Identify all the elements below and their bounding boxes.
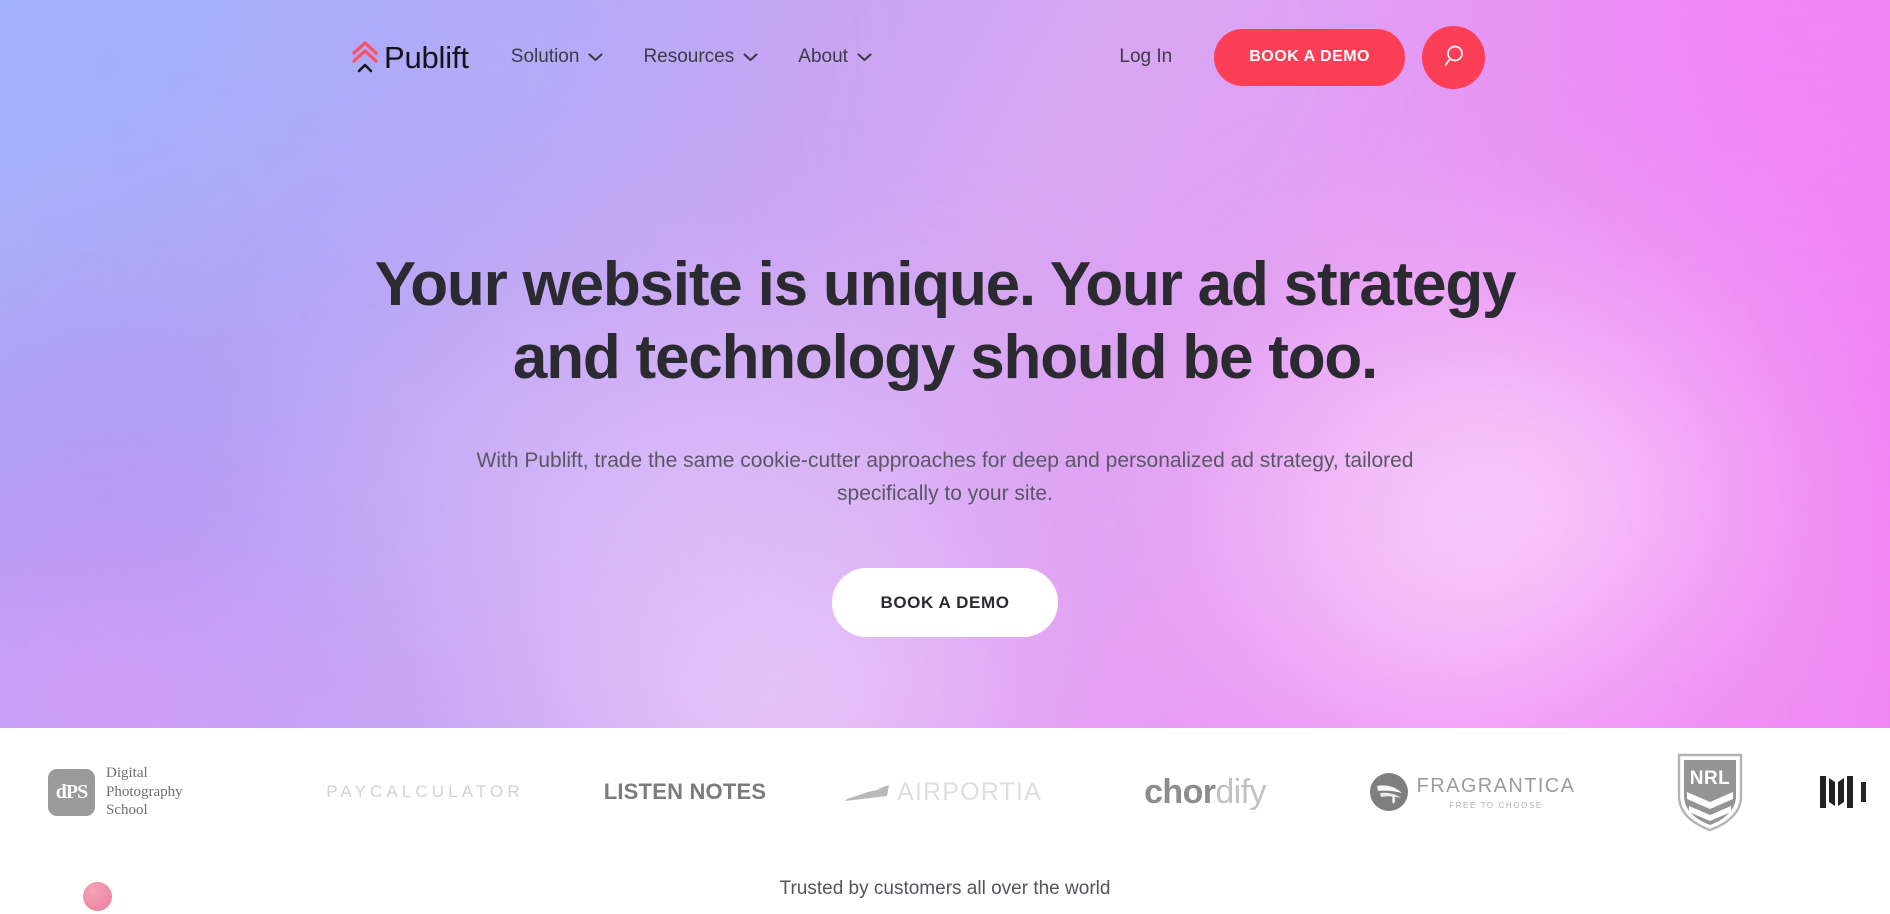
hero-content: Your website is unique. Your ad strategy…: [0, 248, 1890, 638]
nav-item-about[interactable]: About: [798, 46, 872, 68]
site-header: Publift Solution Resources About Log In …: [0, 0, 1890, 114]
fragrantica-emblem-icon: [1369, 773, 1408, 811]
dps-line-3: School: [106, 802, 148, 819]
hero-headline: Your website is unique. Your ad strategy…: [374, 250, 1517, 393]
client-logo-chordify: chordify: [1075, 773, 1335, 812]
logo-strip-caption: Trusted by customers all over the world: [779, 878, 1111, 899]
nav-item-solution[interactable]: Solution: [511, 46, 604, 68]
book-a-demo-button[interactable]: BOOK A DEMO: [1214, 28, 1405, 86]
chevron-down-icon: [857, 52, 872, 61]
client-logos-section: dPS Digital Photography School PAYCALCUL…: [0, 728, 1890, 914]
nav-item-resources[interactable]: Resources: [643, 46, 758, 68]
client-logo-digital-photography-school: dPS Digital Photography School: [0, 764, 290, 820]
nrl-shield-icon: NRL: [1677, 753, 1743, 832]
client-logos-row: dPS Digital Photography School PAYCALCUL…: [0, 728, 1890, 856]
hero-book-a-demo-button[interactable]: BOOK A DEMO: [832, 568, 1058, 638]
client-logo-listen-notes: LISTEN NOTES: [560, 779, 810, 805]
client-logo-airportia: AIRPORTIA: [810, 777, 1075, 807]
hero-subheadline: With Publift, trade the same cookie-cutt…: [476, 449, 1414, 505]
publift-chevron-logo-icon: [352, 41, 378, 73]
search-button[interactable]: [1422, 25, 1485, 89]
header-actions: Log In BOOK A DEMO: [1119, 25, 1485, 89]
fragrantica-wordmark: FRAGRANTICA: [1416, 774, 1576, 797]
mfg-logo-icon: [1820, 776, 1866, 808]
login-link[interactable]: Log In: [1119, 46, 1172, 68]
brand-logo[interactable]: Publift: [352, 40, 469, 74]
chat-widget-button[interactable]: [83, 882, 112, 911]
dps-line-2: Photography: [106, 783, 183, 800]
airportia-plane-icon: [844, 785, 889, 801]
client-logo-paycalculator: PAYCALCULATOR: [290, 782, 560, 802]
client-logo-mfg: [1810, 772, 1866, 812]
listen-notes-wordmark: LISTEN NOTES: [603, 779, 767, 804]
nav-item-label: About: [798, 46, 848, 67]
fragrantica-leaf-icon: [1376, 785, 1402, 804]
main-navigation: Solution Resources About: [511, 46, 872, 68]
nav-item-label: Solution: [510, 46, 580, 67]
nav-item-label: Resources: [643, 46, 735, 67]
dps-mark-icon: dPS: [48, 768, 95, 816]
page-root: Publift Solution Resources About Log In …: [0, 0, 1890, 914]
brand-name: Publift: [384, 39, 469, 75]
airportia-wordmark: AIRPORTIA: [896, 777, 1043, 806]
chevron-down-icon: [588, 52, 603, 61]
dps-line-1: Digital: [106, 764, 148, 781]
client-logo-fragrantica: FRAGRANTICA FREE TO CHOOSE: [1335, 773, 1610, 811]
chevron-down-icon: [743, 52, 758, 61]
search-icon: [1444, 45, 1463, 66]
chordify-bold-part: chor: [1144, 772, 1216, 811]
fragrantica-tagline: FREE TO CHOOSE: [1449, 800, 1543, 810]
chordify-light-part: dify: [1215, 772, 1266, 811]
svg-text:NRL: NRL: [1690, 768, 1731, 789]
chordify-wordmark: chordify: [1144, 773, 1266, 812]
paycalculator-wordmark: PAYCALCULATOR: [326, 782, 524, 801]
hero-section: Publift Solution Resources About Log In …: [0, 0, 1890, 728]
client-logo-nrl: NRL: [1610, 752, 1810, 832]
